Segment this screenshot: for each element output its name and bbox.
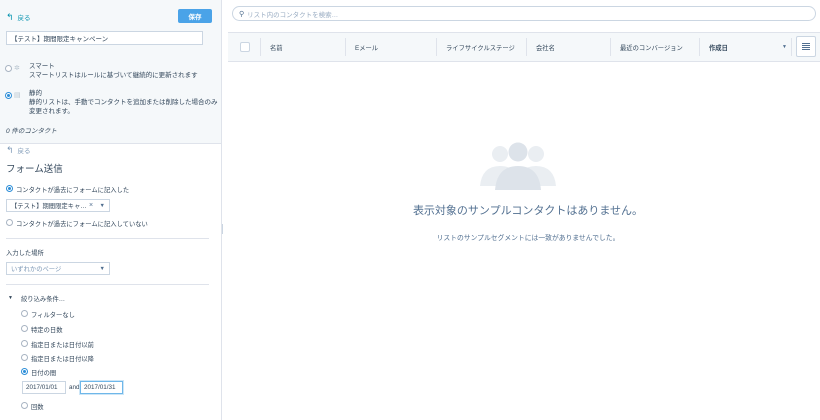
search-icon: ⚲: [239, 10, 245, 18]
divider: [6, 238, 209, 239]
panel-splitter[interactable]: [221, 224, 225, 238]
filter-label: 回数: [31, 404, 44, 411]
column-header-created[interactable]: 作成日: [709, 33, 728, 61]
column-separator: [436, 38, 437, 56]
section-title: フォーム送信: [6, 164, 63, 175]
filter-label: 日付の間: [31, 370, 57, 377]
filter-radio-count[interactable]: [21, 402, 28, 409]
list-name-input[interactable]: 【テスト】期間限定キャンペーン: [6, 31, 203, 45]
filter-label: 特定の日数: [31, 327, 63, 334]
list-settings: ↰ 戻る 保存 【テスト】期間限定キャンペーン ✲ スマート スマートリストはル…: [0, 0, 221, 144]
chevron-down-icon: ▼: [99, 203, 105, 209]
contact-count: 0 件のコンタクト: [6, 128, 57, 135]
column-separator: [699, 38, 700, 56]
select-all-checkbox[interactable]: [240, 42, 250, 52]
chevron-down-icon: ▼: [99, 266, 105, 272]
column-separator: [610, 38, 611, 56]
filter-radio-none[interactable]: [21, 310, 28, 317]
empty-state-subtitle: リストのサンプルセグメントには一致がありませんでした。: [436, 235, 620, 242]
table-header: 名前 Eメール ライフサイクルステージ 会社名 最近のコンバージョン 作成日 ▼: [228, 32, 820, 62]
column-separator: [791, 38, 792, 56]
not-submitted-label: コンタクトが過去にフォームに記入していない: [16, 221, 148, 228]
filter-label: 指定日または日付以降: [31, 356, 94, 363]
back-arrow-icon: ↰: [6, 11, 14, 22]
column-header-name[interactable]: 名前: [270, 33, 283, 61]
clear-icon[interactable]: ×: [89, 202, 93, 209]
refine-toggle[interactable]: 絞り込み条件…: [21, 294, 65, 303]
filter-back-link[interactable]: ↰ 戻る: [6, 145, 31, 155]
back-arrow-icon: ↰: [6, 144, 14, 155]
static-list-icon: ▤: [14, 92, 21, 99]
filter-radio-before[interactable]: [21, 340, 28, 347]
column-header-lifecycle[interactable]: ライフサイクルステージ: [446, 33, 515, 61]
smart-radio[interactable]: [5, 65, 12, 72]
filter-radio-days[interactable]: [21, 325, 28, 332]
column-settings-button[interactable]: [796, 36, 816, 57]
where-label: 入力した場所: [6, 250, 44, 257]
where-select[interactable]: いずれかのページ ▼: [6, 262, 110, 275]
sort-caret-icon[interactable]: ▼: [782, 44, 787, 50]
column-header-conversion[interactable]: 最近のコンバージョン: [620, 33, 683, 61]
column-separator: [260, 38, 261, 56]
and-label: and: [69, 384, 80, 391]
column-separator: [526, 38, 527, 56]
grid-icon: [802, 43, 810, 50]
list-editor-panel: ↰ 戻る 保存 【テスト】期間限定キャンペーン ✲ スマート スマートリストはル…: [0, 0, 222, 420]
filter-radio-between[interactable]: [21, 368, 28, 375]
date-from-input[interactable]: 2017/01/01: [22, 381, 66, 394]
column-header-company[interactable]: 会社名: [536, 33, 555, 61]
back-link[interactable]: ↰ 戻る: [6, 12, 31, 22]
static-radio[interactable]: [5, 92, 12, 99]
search-input[interactable]: ⚲ リスト内のコンタクトを検索…: [232, 6, 816, 21]
submitted-label: コンタクトが過去にフォームに記入した: [16, 187, 130, 194]
divider: [6, 284, 209, 285]
smart-desc: スマートリストはルールに基づいて継続的に更新されます: [29, 72, 198, 79]
filter-label: フィルターなし: [31, 312, 75, 319]
not-submitted-radio[interactable]: [6, 219, 13, 226]
submitted-radio[interactable]: [6, 185, 13, 192]
save-button[interactable]: 保存: [178, 9, 212, 23]
date-to-input[interactable]: 2017/01/31: [80, 381, 123, 394]
smart-gear-icon: ✲: [14, 65, 20, 72]
filter-radio-after[interactable]: [21, 354, 28, 361]
form-select[interactable]: 【テスト】期間限定キャ… × ▼: [6, 199, 110, 212]
filter-label: 指定日または日付以前: [31, 342, 94, 349]
static-desc-2: 変更されます。: [29, 108, 74, 115]
collapse-triangle-icon[interactable]: ▼: [8, 295, 13, 301]
empty-state-title: 表示対象のサンプルコンタクトはありません。: [412, 205, 644, 217]
people-icon: [480, 142, 556, 190]
column-header-email[interactable]: Eメール: [355, 33, 378, 61]
column-separator: [345, 38, 346, 56]
